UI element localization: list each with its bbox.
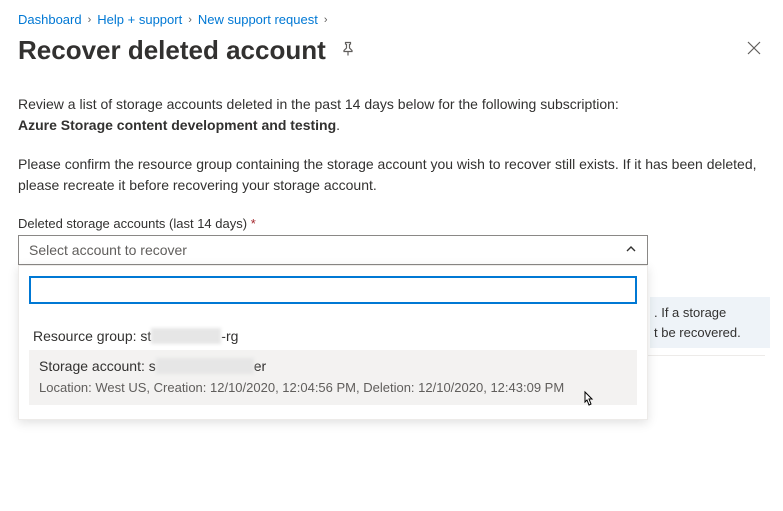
storage-account-name: Storage account: sxxxxxxxxxxxxxxer (39, 358, 627, 374)
intro-line1: Review a list of storage accounts delete… (18, 96, 619, 112)
dropdown-placeholder: Select account to recover (29, 242, 187, 258)
storage-account-details: Location: West US, Creation: 12/10/2020,… (39, 380, 627, 395)
resource-group-header: Resource group: stxxxxxxxxxx-rg (29, 322, 637, 350)
confirm-text: Please confirm the resource group contai… (18, 154, 765, 196)
field-label: Deleted storage accounts (last 14 days) … (18, 216, 765, 231)
pin-icon[interactable] (340, 41, 356, 60)
deleted-accounts-dropdown: Select account to recover Resource group… (18, 235, 648, 265)
required-asterisk: * (251, 216, 256, 231)
intro-text: Review a list of storage accounts delete… (18, 94, 765, 136)
breadcrumb: Dashboard › Help + support › New support… (18, 12, 765, 27)
dropdown-search-input[interactable] (29, 276, 637, 304)
breadcrumb-new-support-request[interactable]: New support request (198, 12, 318, 27)
info-box-peek: . If a storage t be recovered. (650, 297, 770, 348)
chevron-right-icon: › (324, 14, 328, 26)
page-title: Recover deleted account (18, 35, 326, 66)
breadcrumb-dashboard[interactable]: Dashboard (18, 12, 82, 27)
chevron-right-icon: › (188, 14, 192, 26)
storage-account-option[interactable]: Storage account: sxxxxxxxxxxxxxxer Locat… (29, 350, 637, 405)
dropdown-panel: Resource group: stxxxxxxxxxx-rg Storage … (18, 265, 648, 420)
chevron-right-icon: › (88, 14, 92, 26)
subscription-name: Azure Storage content development and te… (18, 117, 336, 133)
dropdown-toggle[interactable]: Select account to recover (18, 235, 648, 265)
breadcrumb-help-support[interactable]: Help + support (97, 12, 182, 27)
chevron-up-icon (625, 243, 637, 258)
close-icon[interactable] (743, 37, 765, 64)
title-row: Recover deleted account (18, 35, 765, 66)
